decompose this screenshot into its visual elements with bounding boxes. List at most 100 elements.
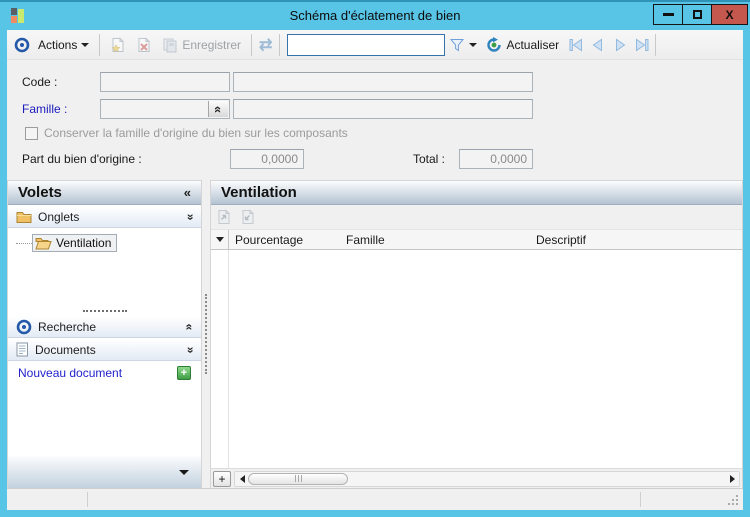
famille-description-field[interactable]	[233, 99, 533, 119]
sync-icon[interactable]: ⇄	[259, 35, 272, 55]
sidebar-filler	[8, 383, 201, 456]
status-bar	[7, 488, 743, 510]
save-label: Enregistrer	[182, 37, 242, 52]
code-description-field[interactable]	[233, 72, 533, 92]
recherche-label: Recherche	[38, 319, 97, 334]
chevron-double-down-icon: «	[210, 105, 226, 113]
recherche-group-header[interactable]: Recherche «	[8, 315, 201, 338]
sidebar-splitter-handle[interactable]	[8, 307, 201, 315]
maximize-button[interactable]	[682, 4, 712, 25]
window-title: Schéma d'éclatement de bien	[289, 8, 461, 23]
famille-combo-button[interactable]: «	[208, 101, 228, 117]
toolbar-separator	[655, 33, 657, 56]
part-bien-origine-label: Part du bien d'origine :	[22, 152, 142, 166]
onglets-label: Onglets	[38, 209, 80, 224]
record-navigation	[568, 37, 650, 53]
first-record-icon[interactable]	[568, 37, 584, 53]
row-marker-column	[211, 230, 229, 249]
folder-open-icon	[35, 237, 52, 249]
client-area: Actions Enregistrer ⇄ Actualiser Code: …	[7, 30, 743, 510]
famille-combo-field[interactable]: «	[100, 99, 230, 119]
row-marker-icon	[215, 237, 224, 242]
scroll-left-icon[interactable]	[240, 474, 245, 483]
status-divider	[87, 492, 88, 507]
add-row-button[interactable]: +	[213, 470, 231, 487]
delete-item-button[interactable]	[131, 35, 157, 55]
total-label: Total :	[413, 152, 446, 166]
resize-grip-icon[interactable]	[727, 494, 740, 507]
chevron-double-down-icon[interactable]: «	[183, 323, 197, 330]
new-document-row: Nouveau document +	[8, 361, 201, 383]
maximize-icon	[692, 10, 702, 19]
add-document-button[interactable]: +	[177, 366, 191, 380]
window-controls: X	[653, 4, 748, 25]
close-button[interactable]: X	[711, 4, 748, 25]
scroll-right-icon[interactable]	[730, 474, 735, 483]
search-target-icon	[16, 319, 32, 334]
collapse-panel-icon[interactable]: «	[184, 185, 191, 200]
grid-header-row: Pourcentage Famille Descriptif	[211, 229, 742, 250]
volets-sidebar: Volets « Onglets « Ventilation Recherche…	[7, 180, 202, 488]
new-item-button[interactable]	[105, 35, 131, 55]
previous-record-icon[interactable]	[590, 37, 606, 53]
column-header-descriptif[interactable]: Descriptif	[530, 230, 742, 249]
grid-body	[211, 250, 742, 468]
toolbar-separator	[251, 33, 253, 56]
panel-resize-splitter[interactable]	[202, 180, 210, 488]
volets-header: Volets «	[8, 181, 201, 205]
chevron-double-up-icon[interactable]: «	[183, 346, 197, 353]
conserver-famille-checkbox-row: Conserver la famille d'origine du bien s…	[25, 126, 348, 140]
main-toolbar: Actions Enregistrer ⇄ Actualiser	[7, 30, 743, 60]
export-page-icon[interactable]	[216, 209, 232, 225]
chevron-down-icon	[81, 42, 90, 47]
conserver-famille-checkbox[interactable]	[25, 126, 38, 140]
tree-item-ventilation[interactable]: Ventilation	[8, 234, 201, 252]
tree-item-selected-box[interactable]: Ventilation	[32, 234, 118, 252]
chevron-double-up-icon[interactable]: «	[183, 213, 197, 220]
actions-label: Actions	[38, 37, 78, 52]
tree-item-label: Ventilation	[56, 236, 112, 250]
row-marker-rail	[211, 250, 229, 468]
toolbar-separator	[99, 33, 101, 56]
refresh-button[interactable]: Actualiser	[481, 35, 564, 55]
column-header-pourcentage[interactable]: Pourcentage	[229, 230, 340, 249]
ventilation-title: Ventilation	[221, 184, 297, 201]
status-divider	[640, 492, 641, 507]
total-field[interactable]: 0,0000	[459, 149, 533, 169]
part-bien-origine-field[interactable]: 0,0000	[230, 149, 304, 169]
app-window: Schéma d'éclatement de bien X Actions En…	[0, 0, 750, 517]
code-field[interactable]	[100, 72, 230, 92]
new-document-link[interactable]: Nouveau document	[18, 366, 122, 380]
save-button[interactable]: Enregistrer	[157, 35, 246, 55]
next-record-icon[interactable]	[612, 37, 628, 53]
tree-connector	[16, 242, 32, 244]
ventilation-toolbar	[211, 205, 742, 229]
import-page-icon[interactable]	[240, 209, 256, 225]
volets-title: Volets	[18, 184, 62, 201]
search-input[interactable]	[287, 33, 446, 56]
scrollbar-track[interactable]	[234, 470, 740, 487]
splitter-dots-icon	[205, 294, 207, 374]
panel-overflow-arrow-icon[interactable]	[179, 470, 189, 475]
folder-closed-icon	[16, 211, 32, 223]
onglets-group-header[interactable]: Onglets «	[8, 205, 201, 228]
filter-dropdown-icon[interactable]	[469, 42, 478, 47]
content-area: Volets « Onglets « Ventilation Recherche…	[7, 180, 743, 488]
refresh-label: Actualiser	[506, 37, 560, 52]
famille-label[interactable]: Famille :	[22, 102, 67, 116]
header-form: Code : Famille : « Conserver la famille …	[7, 60, 743, 180]
last-record-icon[interactable]	[634, 37, 650, 53]
minimize-icon	[662, 13, 674, 16]
code-label: Code :	[22, 75, 58, 89]
filter-icon[interactable]	[449, 37, 465, 53]
onglets-tree: Ventilation	[8, 228, 201, 307]
document-icon	[16, 342, 28, 357]
new-document-icon	[111, 36, 125, 52]
documents-group-header[interactable]: Documents «	[8, 338, 201, 361]
minimize-button[interactable]	[653, 4, 683, 25]
grid-horizontal-scrollbar: +	[211, 468, 742, 488]
scrollbar-thumb[interactable]	[248, 472, 348, 485]
actions-dropdown-button[interactable]: Actions	[33, 36, 94, 54]
actions-target-icon	[14, 37, 30, 52]
column-header-famille[interactable]: Famille	[340, 230, 530, 249]
